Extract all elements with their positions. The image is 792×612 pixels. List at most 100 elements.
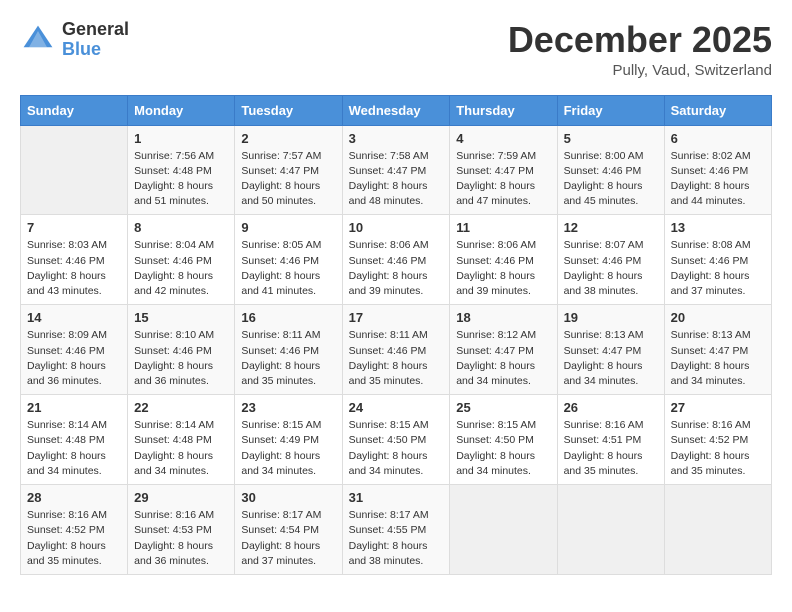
cell-info: Sunrise: 8:11 AMSunset: 4:46 PMDaylight:…	[349, 328, 444, 389]
cell-info: Sunrise: 8:02 AMSunset: 4:46 PMDaylight:…	[671, 149, 765, 210]
cell-info: Sunrise: 8:10 AMSunset: 4:46 PMDaylight:…	[134, 328, 228, 389]
title-block: December 2025 Pully, Vaud, Switzerland	[508, 20, 772, 79]
day-number: 3	[349, 131, 444, 146]
week-row-3: 14Sunrise: 8:09 AMSunset: 4:46 PMDayligh…	[21, 305, 772, 395]
calendar-cell	[557, 485, 664, 575]
cell-info: Sunrise: 7:56 AMSunset: 4:48 PMDaylight:…	[134, 149, 228, 210]
logo-blue: Blue	[62, 39, 101, 59]
location: Pully, Vaud, Switzerland	[508, 62, 772, 79]
calendar-cell: 2Sunrise: 7:57 AMSunset: 4:47 PMDaylight…	[235, 125, 342, 215]
weekday-header-wednesday: Wednesday	[342, 95, 450, 125]
calendar-cell	[21, 125, 128, 215]
cell-info: Sunrise: 8:13 AMSunset: 4:47 PMDaylight:…	[564, 328, 658, 389]
calendar-cell: 4 Sunrise: 7:59 AMSunset: 4:47 PMDaylight…	[450, 125, 557, 215]
calendar-cell: 28 Sunrise: 8:16 AMSunset: 4:52 PMDayligh…	[21, 485, 128, 575]
weekday-header-thursday: Thursday	[450, 95, 557, 125]
cell-info: Sunrise: 7:59 AMSunset: 4:47 PMDaylight:…	[456, 149, 550, 210]
day-number: 15	[134, 310, 228, 325]
day-number: 20	[671, 310, 765, 325]
weekday-header-row: SundayMondayTuesdayWednesdayThursdayFrid…	[21, 95, 772, 125]
calendar-cell: 12Sunrise: 8:07 AMSunset: 4:46 PMDayligh…	[557, 215, 664, 305]
cell-info: Sunrise: 8:15 AMSunset: 4:50 PMDaylight:…	[456, 418, 550, 479]
day-number: 26	[564, 400, 658, 415]
cell-info: Sunrise: 8:04 AMSunset: 4:46 PMDaylight:…	[134, 238, 228, 299]
cell-info: Sunrise: 8:06 AMSunset: 4:46 PMDaylight:…	[349, 238, 444, 299]
calendar-cell: 6 Sunrise: 8:02 AMSunset: 4:46 PMDaylight…	[664, 125, 771, 215]
day-number: 28	[27, 490, 121, 505]
day-number: 11	[456, 220, 550, 235]
cell-info: Sunrise: 8:12 AMSunset: 4:47 PMDaylight:…	[456, 328, 550, 389]
weekday-header-friday: Friday	[557, 95, 664, 125]
calendar-cell: 17 Sunrise: 8:11 AMSunset: 4:46 PMDayligh…	[342, 305, 450, 395]
day-number: 21	[27, 400, 121, 415]
day-number: 25	[456, 400, 550, 415]
calendar-cell: 21 Sunrise: 8:14 AMSunset: 4:48 PMDayligh…	[21, 395, 128, 485]
cell-info: Sunrise: 8:14 AMSunset: 4:48 PMDaylight:…	[27, 418, 121, 479]
day-number: 5	[564, 131, 658, 146]
day-number: 29	[134, 490, 228, 505]
day-number: 17	[349, 310, 444, 325]
cell-info: Sunrise: 8:11 AMSunset: 4:46 PMDaylight:…	[241, 328, 335, 389]
calendar-cell: 25 Sunrise: 8:15 AMSunset: 4:50 PMDayligh…	[450, 395, 557, 485]
cell-info: Sunrise: 8:09 AMSunset: 4:46 PMDaylight:…	[27, 328, 121, 389]
calendar-cell: 14Sunrise: 8:09 AMSunset: 4:46 PMDayligh…	[21, 305, 128, 395]
cell-info: Sunrise: 8:17 AMSunset: 4:55 PMDaylight:…	[349, 508, 444, 569]
cell-info: Sunrise: 8:16 AMSunset: 4:52 PMDaylight:…	[27, 508, 121, 569]
page-header: General Blue December 2025 Pully, Vaud, …	[20, 20, 772, 79]
day-number: 27	[671, 400, 765, 415]
day-number: 19	[564, 310, 658, 325]
cell-info: Sunrise: 8:16 AMSunset: 4:53 PMDaylight:…	[134, 508, 228, 569]
day-number: 8	[134, 220, 228, 235]
cell-info: Sunrise: 8:16 AMSunset: 4:51 PMDaylight:…	[564, 418, 658, 479]
calendar-cell: 9 Sunrise: 8:05 AMSunset: 4:46 PMDaylight…	[235, 215, 342, 305]
week-row-2: 7 Sunrise: 8:03 AMSunset: 4:46 PMDaylight…	[21, 215, 772, 305]
calendar-cell: 5 Sunrise: 8:00 AMSunset: 4:46 PMDaylight…	[557, 125, 664, 215]
day-number: 4	[456, 131, 550, 146]
day-number: 6	[671, 131, 765, 146]
calendar-cell: 1 Sunrise: 7:56 AMSunset: 4:48 PMDaylight…	[128, 125, 235, 215]
calendar-cell: 29 Sunrise: 8:16 AMSunset: 4:53 PMDayligh…	[128, 485, 235, 575]
logo-text: General Blue	[62, 20, 129, 60]
day-number: 1	[134, 131, 228, 146]
day-number: 18	[456, 310, 550, 325]
month-title: December 2025	[508, 20, 772, 60]
cell-info: Sunrise: 8:15 AMSunset: 4:49 PMDaylight:…	[241, 418, 335, 479]
calendar-cell: 15 Sunrise: 8:10 AMSunset: 4:46 PMDayligh…	[128, 305, 235, 395]
cell-info: Sunrise: 8:16 AMSunset: 4:52 PMDaylight:…	[671, 418, 765, 479]
calendar-cell	[664, 485, 771, 575]
week-row-5: 28 Sunrise: 8:16 AMSunset: 4:52 PMDayligh…	[21, 485, 772, 575]
day-number: 24	[349, 400, 444, 415]
calendar-cell: 24 Sunrise: 8:15 AMSunset: 4:50 PMDayligh…	[342, 395, 450, 485]
cell-info: Sunrise: 7:58 AMSunset: 4:47 PMDaylight:…	[349, 149, 444, 210]
calendar-cell: 22Sunrise: 8:14 AMSunset: 4:48 PMDayligh…	[128, 395, 235, 485]
cell-info: Sunrise: 8:08 AMSunset: 4:46 PMDaylight:…	[671, 238, 765, 299]
calendar-cell: 23Sunrise: 8:15 AMSunset: 4:49 PMDayligh…	[235, 395, 342, 485]
calendar-cell: 27 Sunrise: 8:16 AMSunset: 4:52 PMDayligh…	[664, 395, 771, 485]
cell-info: Sunrise: 8:00 AMSunset: 4:46 PMDaylight:…	[564, 149, 658, 210]
day-number: 7	[27, 220, 121, 235]
calendar-cell	[450, 485, 557, 575]
calendar-cell: 20Sunrise: 8:13 AMSunset: 4:47 PMDayligh…	[664, 305, 771, 395]
weekday-header-sunday: Sunday	[21, 95, 128, 125]
calendar-cell: 3 Sunrise: 7:58 AMSunset: 4:47 PMDaylight…	[342, 125, 450, 215]
logo-icon	[20, 22, 56, 58]
day-number: 22	[134, 400, 228, 415]
cell-info: Sunrise: 8:05 AMSunset: 4:46 PMDaylight:…	[241, 238, 335, 299]
calendar-cell: 26 Sunrise: 8:16 AMSunset: 4:51 PMDayligh…	[557, 395, 664, 485]
calendar-cell: 10Sunrise: 8:06 AMSunset: 4:46 PMDayligh…	[342, 215, 450, 305]
calendar-cell: 13 Sunrise: 8:08 AMSunset: 4:46 PMDayligh…	[664, 215, 771, 305]
day-number: 12	[564, 220, 658, 235]
day-number: 30	[241, 490, 335, 505]
calendar-table: SundayMondayTuesdayWednesdayThursdayFrid…	[20, 95, 772, 575]
cell-info: Sunrise: 8:06 AMSunset: 4:46 PMDaylight:…	[456, 238, 550, 299]
cell-info: Sunrise: 8:03 AMSunset: 4:46 PMDaylight:…	[27, 238, 121, 299]
logo: General Blue	[20, 20, 129, 60]
weekday-header-saturday: Saturday	[664, 95, 771, 125]
weekday-header-tuesday: Tuesday	[235, 95, 342, 125]
cell-info: Sunrise: 8:15 AMSunset: 4:50 PMDaylight:…	[349, 418, 444, 479]
calendar-cell: 19 Sunrise: 8:13 AMSunset: 4:47 PMDayligh…	[557, 305, 664, 395]
calendar-cell: 16 Sunrise: 8:11 AMSunset: 4:46 PMDayligh…	[235, 305, 342, 395]
day-number: 13	[671, 220, 765, 235]
day-number: 16	[241, 310, 335, 325]
day-number: 9	[241, 220, 335, 235]
